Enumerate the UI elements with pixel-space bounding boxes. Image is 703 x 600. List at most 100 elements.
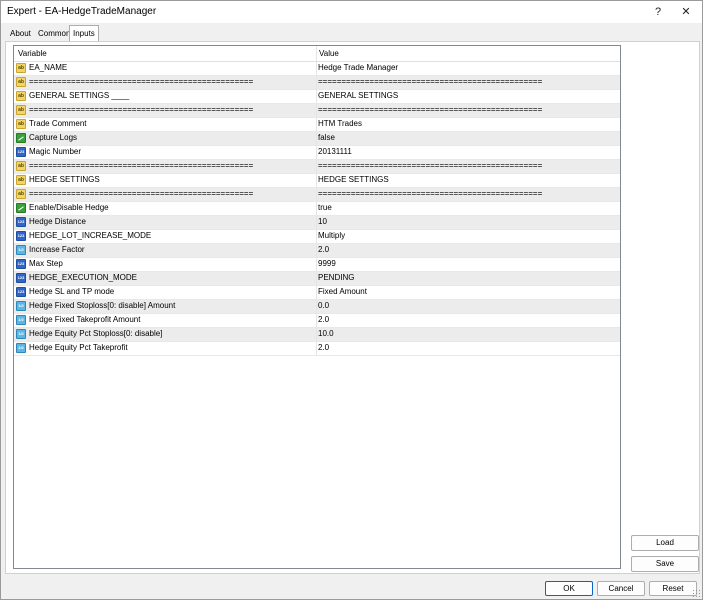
variable-value[interactable]: Multiply <box>318 231 618 240</box>
cell-divider <box>316 300 317 313</box>
variable-name: Hedge Fixed Takeprofit Amount <box>29 315 141 324</box>
integer-type-icon: 123 <box>16 217 26 227</box>
variable-value[interactable]: 2.0 <box>318 343 618 352</box>
table-row[interactable]: ab EA_NAME Hedge Trade Manager <box>14 62 620 76</box>
table-row[interactable]: 123 HEDGE_EXECUTION_MODE PENDING <box>14 272 620 286</box>
variable-name: Increase Factor <box>29 245 85 254</box>
table-row[interactable]: 123 HEDGE_LOT_INCREASE_MODE Multiply <box>14 230 620 244</box>
table-row[interactable]: ab ======================================… <box>14 160 620 174</box>
double-type-icon: 1/2 <box>16 301 26 311</box>
column-header-value[interactable]: Value <box>319 49 339 58</box>
table-row[interactable]: ab ======================================… <box>14 188 620 202</box>
variable-name: HEDGE SETTINGS <box>29 175 100 184</box>
string-type-icon: ab <box>16 161 26 171</box>
variable-value[interactable]: true <box>318 203 618 212</box>
load-button[interactable]: Load <box>631 535 699 551</box>
table-row[interactable]: ab ======================================… <box>14 76 620 90</box>
table-row[interactable]: 123 Hedge Distance 10 <box>14 216 620 230</box>
variable-value[interactable]: ========================================… <box>318 161 618 170</box>
variable-name: Magic Number <box>29 147 82 156</box>
table-row[interactable]: ab GENERAL SETTINGS ____ GENERAL SETTINGS <box>14 90 620 104</box>
variable-value[interactable]: HEDGE SETTINGS <box>318 175 618 184</box>
table-row[interactable]: 1/2 Hedge Fixed Takeprofit Amount 2.0 <box>14 314 620 328</box>
ok-button[interactable]: OK <box>545 581 593 596</box>
save-button-label: Save <box>655 559 675 568</box>
variable-name: Enable/Disable Hedge <box>29 203 109 212</box>
close-button[interactable]: ✕ <box>671 1 701 23</box>
cell-divider <box>316 118 317 131</box>
table-row[interactable]: ab ======================================… <box>14 104 620 118</box>
variable-name: Hedge Equity Pct Stoploss[0: disable] <box>29 329 163 338</box>
variable-value[interactable]: HTM Trades <box>318 119 618 128</box>
integer-type-icon: 123 <box>16 287 26 297</box>
grid-header: Variable Value <box>14 46 620 62</box>
variable-value[interactable]: 2.0 <box>318 245 618 254</box>
table-row[interactable]: 123 Hedge SL and TP mode Fixed Amount <box>14 286 620 300</box>
variable-value[interactable]: GENERAL SETTINGS <box>318 91 618 100</box>
integer-type-icon: 123 <box>16 273 26 283</box>
table-row[interactable]: 123 Magic Number 20131111 <box>14 146 620 160</box>
variable-value[interactable]: ========================================… <box>318 105 618 114</box>
inputs-grid[interactable]: Variable Value ab EA_NAME Hedge Trade Mana… <box>13 45 621 569</box>
cell-divider <box>316 342 317 355</box>
title-bar: Expert - EA-HedgeTradeManager ? ✕ <box>1 1 702 23</box>
cell-divider <box>316 230 317 243</box>
variable-value[interactable]: 0.0 <box>318 301 618 310</box>
column-divider[interactable] <box>316 46 317 61</box>
table-row[interactable]: 1/2 Increase Factor 2.0 <box>14 244 620 258</box>
variable-value[interactable]: false <box>318 133 618 142</box>
variable-name: ========================================… <box>29 77 254 86</box>
expert-dialog: Expert - EA-HedgeTradeManager ? ✕ About … <box>0 0 703 600</box>
variable-value[interactable]: 2.0 <box>318 315 618 324</box>
help-button[interactable]: ? <box>643 1 673 23</box>
cell-divider <box>316 104 317 117</box>
cell-divider <box>316 286 317 299</box>
variable-value[interactable]: 10.0 <box>318 329 618 338</box>
reset-button-label: Reset <box>662 584 684 593</box>
integer-type-icon: 123 <box>16 259 26 269</box>
variable-value[interactable]: 20131111 <box>318 147 618 156</box>
variable-value[interactable]: 9999 <box>318 259 618 268</box>
table-row[interactable]: 1/2 Hedge Equity Pct Stoploss[0: disable]… <box>14 328 620 342</box>
table-row[interactable]: Enable/Disable Hedge true <box>14 202 620 216</box>
tab-common[interactable]: Common <box>35 27 73 40</box>
cancel-button[interactable]: Cancel <box>597 581 645 596</box>
table-row[interactable]: ab HEDGE SETTINGS HEDGE SETTINGS <box>14 174 620 188</box>
string-type-icon: ab <box>16 105 26 115</box>
window-title: Expert - EA-HedgeTradeManager <box>7 6 157 17</box>
variable-value[interactable]: ========================================… <box>318 77 618 86</box>
integer-type-icon: 123 <box>16 231 26 241</box>
boolean-type-icon <box>16 133 26 143</box>
string-type-icon: ab <box>16 175 26 185</box>
table-row[interactable]: 1/2 Hedge Fixed Stoploss[0: disable] Amou… <box>14 300 620 314</box>
resize-grip[interactable] <box>692 589 700 597</box>
variable-name: Hedge Equity Pct Takeprofit <box>29 343 128 352</box>
save-button[interactable]: Save <box>631 556 699 572</box>
cell-divider <box>316 202 317 215</box>
variable-value[interactable]: Hedge Trade Manager <box>318 63 618 72</box>
table-row[interactable]: 123 Max Step 9999 <box>14 258 620 272</box>
reset-button[interactable]: Reset <box>649 581 697 596</box>
ok-button-label: OK <box>563 584 575 593</box>
variable-name: Hedge SL and TP mode <box>29 287 115 296</box>
integer-type-icon: 123 <box>16 147 26 157</box>
variable-value[interactable]: ========================================… <box>318 189 618 198</box>
boolean-type-icon <box>16 203 26 213</box>
cell-divider <box>316 258 317 271</box>
variable-name: EA_NAME <box>29 63 68 72</box>
table-row[interactable]: 1/2 Hedge Equity Pct Takeprofit 2.0 <box>14 342 620 356</box>
grid-rows: ab EA_NAME Hedge Trade Manager ab ==========… <box>14 62 620 356</box>
table-row[interactable]: ab Trade Comment HTM Trades <box>14 118 620 132</box>
column-header-variable[interactable]: Variable <box>18 49 47 58</box>
variable-value[interactable]: PENDING <box>318 273 618 282</box>
table-row[interactable]: Capture Logs false <box>14 132 620 146</box>
variable-value[interactable]: 10 <box>318 217 618 226</box>
load-button-label: Load <box>656 538 674 547</box>
variable-value[interactable]: Fixed Amount <box>318 287 618 296</box>
tab-inputs[interactable]: Inputs <box>69 25 99 42</box>
cell-divider <box>316 90 317 103</box>
tab-about[interactable]: About <box>7 27 34 40</box>
variable-name: Hedge Distance <box>29 217 86 226</box>
cell-divider <box>316 62 317 75</box>
cell-divider <box>316 188 317 201</box>
